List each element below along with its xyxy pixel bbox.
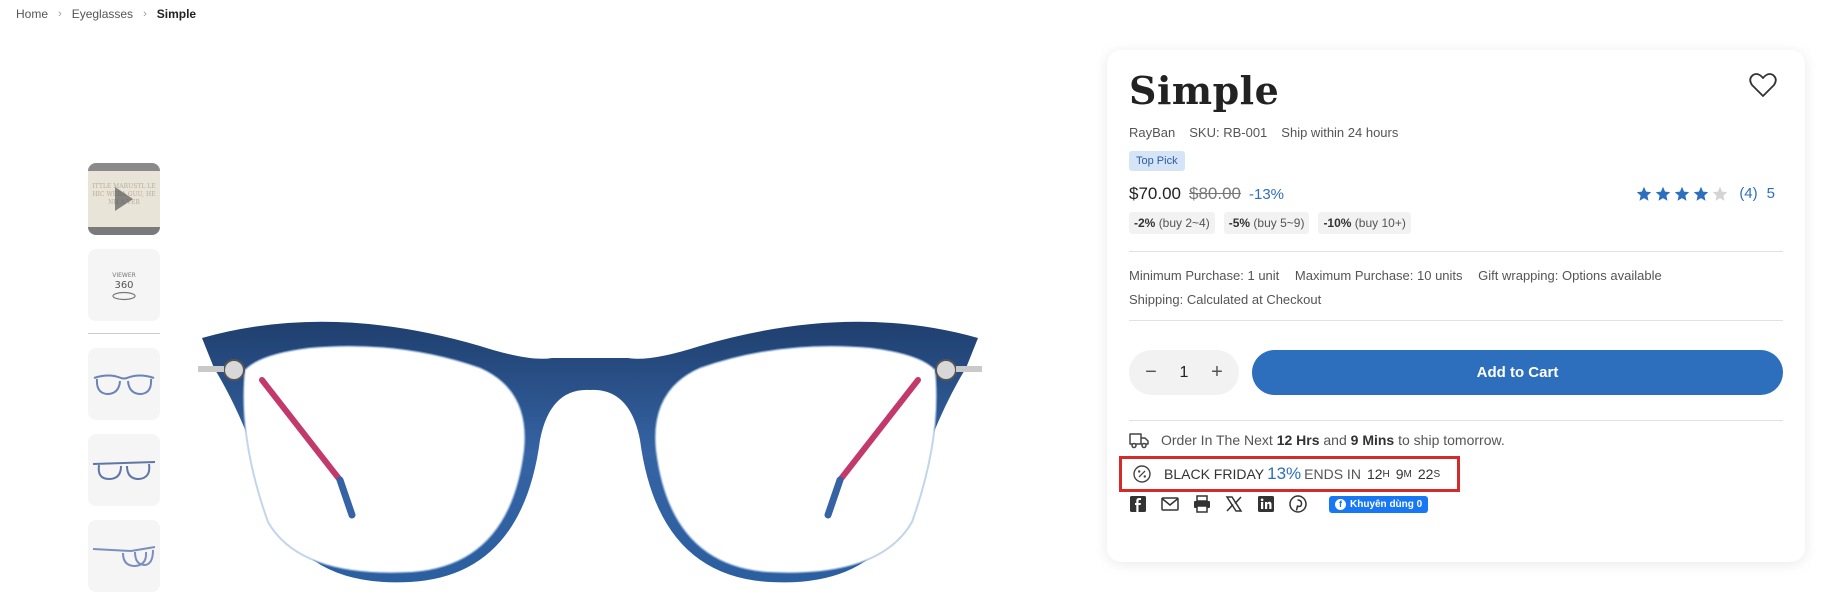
tier-discount: -10% (buy 10+) [1318,212,1411,234]
price-row: $70.00 $80.00 -13% [1129,184,1284,204]
email-icon[interactable] [1161,495,1179,513]
viewer-label: VIEWER [112,272,136,279]
ship-prefix: Order In The Next [1161,432,1273,448]
divider [1129,320,1783,321]
min-purchase: Minimum Purchase: 1 unit [1129,268,1280,283]
sale-ends-label: ENDS IN [1304,466,1361,482]
thumbnail-360-viewer[interactable]: VIEWER 360 [88,249,160,321]
glasses-front-image [93,374,155,396]
tier-discount: -5% (buy 5~9) [1223,212,1310,234]
breadcrumb-current: Simple [156,7,197,21]
product-info-panel: Simple RayBan SKU: RB-001 Ship within 24… [1107,50,1805,562]
thumbnail-video[interactable]: ITTLE MARUSTL LE HIC WERA GUU, HE NH A V… [88,163,160,235]
linkedin-icon[interactable] [1257,495,1275,513]
review-count: (4) [1739,185,1758,202]
divider [1129,420,1783,421]
countdown-hours: 12 [1366,466,1383,482]
product-meta: RayBan SKU: RB-001 Ship within 24 hours [1129,125,1398,140]
breadcrumb-home[interactable]: Home [16,7,48,21]
quantity-input[interactable] [1169,363,1199,382]
tier-percent: -10% [1323,216,1352,230]
product-main-image[interactable] [190,310,990,590]
share-bar: f Khuyên dùng 0 [1129,495,1429,513]
glasses-angle-image [92,461,156,481]
thumbnail-angle[interactable] [88,434,160,506]
chevron-right-icon: › [58,8,62,20]
purchase-info: Minimum Purchase: 1 unit Maximum Purchas… [1129,264,1729,312]
star-empty-icon [1713,186,1728,201]
countdown-minutes: 9 [1395,466,1404,482]
ship-hours: 12 Hrs [1276,432,1320,448]
ship-mins: 9 Mins [1350,432,1395,448]
print-icon[interactable] [1193,495,1211,513]
facebook-logo-icon: f [1335,498,1346,510]
discount-icon [1133,465,1151,483]
thumbnail-divider [88,333,160,334]
countdown-seconds-unit: S [1433,468,1441,480]
quantity-stepper: − + [1129,350,1239,395]
rotate-360-icon: VIEWER 360 [112,272,136,301]
facebook-like-label: Khuyên dùng 0 [1350,498,1423,510]
discount-percent: -13% [1249,186,1285,203]
sale-label: BLACK FRIDAY [1164,466,1265,482]
ship-suffix: to ship tomorrow. [1398,432,1505,448]
divider [1129,251,1783,252]
shipping-info: Shipping: Calculated at Checkout [1129,292,1322,307]
star-filled-icon [1675,186,1690,201]
thumbnail-list: ITTLE MARUSTL LE HIC WERA GUU, HE NH A V… [88,163,160,605]
tier-percent: -5% [1228,216,1251,230]
tier-range: (buy 2~4) [1158,216,1210,230]
increase-button[interactable]: + [1207,361,1227,383]
chevron-right-icon: › [143,8,147,20]
thumbnail-front[interactable] [88,348,160,420]
heart-icon[interactable] [1749,72,1777,98]
star-filled-icon [1694,186,1709,201]
rating-score: 5 [1766,185,1775,202]
x-twitter-icon[interactable] [1225,495,1243,513]
facebook-like-button[interactable]: f Khuyên dùng 0 [1329,495,1429,513]
countdown-hours-unit: H [1382,468,1390,480]
brand-link[interactable]: RayBan [1129,125,1175,140]
black-friday-countdown: BLACK FRIDAY 13% ENDS IN 12 H 9M 22 S [1119,456,1460,492]
sku-text: SKU: RB-001 [1189,125,1268,140]
viewer-degrees: 360 [114,280,133,291]
tier-discount: -2% (buy 2~4) [1129,212,1215,234]
glasses-side-image [92,546,156,568]
pinterest-icon[interactable] [1289,495,1307,513]
tier-range: (buy 5~9) [1253,216,1305,230]
compare-price: $80.00 [1189,184,1241,203]
star-filled-icon [1656,186,1671,201]
sale-percent: 13% [1267,464,1302,483]
sale-price: $70.00 [1129,184,1181,203]
tier-percent: -2% [1134,216,1156,230]
shipping-countdown: Order In The Next 12 Hrs and 9 Mins to s… [1129,431,1505,449]
countdown-seconds: 22 [1417,466,1434,482]
thumbnail-side[interactable] [88,520,160,592]
add-to-cart-button[interactable]: Add to Cart [1252,350,1783,395]
ship-and: and [1323,432,1347,448]
ship-note: Ship within 24 hours [1281,125,1399,140]
product-title: Simple [1129,68,1280,113]
decrease-button[interactable]: − [1141,361,1161,383]
breadcrumb-eyeglasses[interactable]: Eyeglasses [72,7,133,21]
tier-range: (buy 10+) [1354,216,1406,230]
volume-discounts: -2% (buy 2~4) -5% (buy 5~9) -10% (buy 10… [1129,212,1411,234]
star-filled-icon [1637,186,1652,201]
rating[interactable]: (4) 5 [1636,185,1775,202]
gift-wrapping: Gift wrapping: Options available [1478,268,1662,283]
breadcrumb: Home › Eyeglasses › Simple [16,6,196,22]
play-icon [115,187,133,211]
max-purchase: Maximum Purchase: 10 units [1294,268,1463,283]
countdown-minutes-unit: M [1403,468,1412,480]
top-pick-badge: Top Pick [1129,151,1185,171]
facebook-icon[interactable] [1129,495,1147,513]
delivery-truck-icon [1129,433,1149,449]
